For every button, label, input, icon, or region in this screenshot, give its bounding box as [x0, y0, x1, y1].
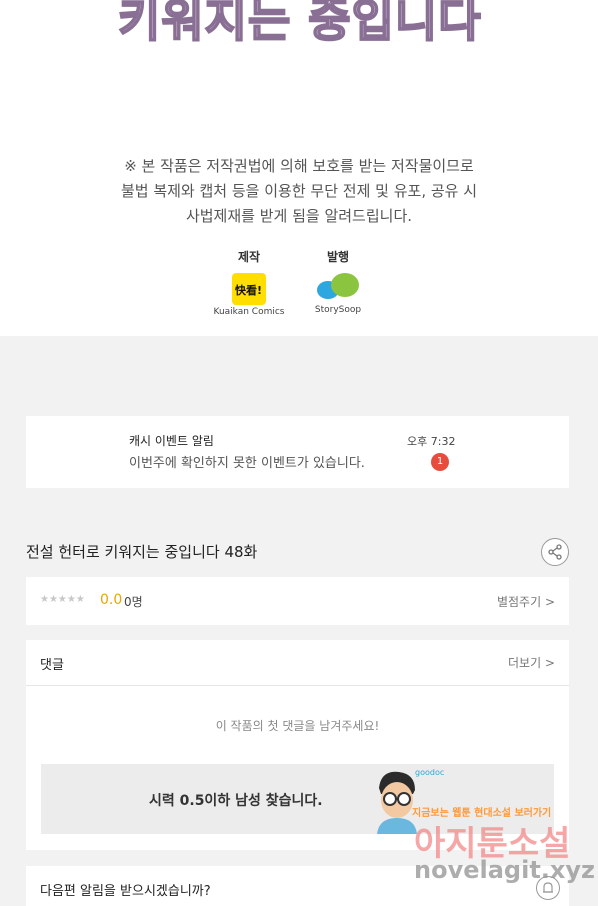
- credit-label: 발행: [326, 250, 350, 264]
- cash-event-message: 이번주에 확인하지 못한 이벤트가 있습니다.: [129, 456, 365, 471]
- notice-line: 불법 복제와 캡처 등을 이용한 무단 전제 및 유포, 공유 시: [120, 182, 478, 200]
- notice-line: 사법제재를 받게 됨을 알려드립니다.: [185, 207, 413, 225]
- star-rating-icon: ★★★★★: [40, 594, 85, 605]
- unread-badge: 1: [431, 453, 449, 471]
- rating-score: 0.0: [100, 592, 123, 608]
- credit-publisher: 발행 StorySoop: [293, 248, 383, 315]
- rating-count: 0명: [124, 595, 143, 609]
- notice-line: ※ 본 작품은 저작권법에 의해 보호를 받는 저작물이므로: [124, 157, 474, 175]
- cash-event-title: 캐시 이벤트 알림: [129, 434, 214, 448]
- credit-label: 제작: [237, 250, 261, 264]
- ad-text: 시력 0.5이하 남성 찾습니다.: [149, 793, 323, 809]
- credit-production: 제작 快看! Kuaikan Comics: [204, 248, 294, 317]
- storysoop-logo: [315, 271, 361, 303]
- share-button[interactable]: [541, 538, 569, 566]
- rating-card: ★★★★★ 0.0 0명 별점주기 >: [26, 577, 569, 625]
- watermark-url: novelagit.xyz: [414, 856, 596, 884]
- credit-name: StorySoop: [314, 305, 362, 315]
- episode-title: 전설 헌터로 키워지는 중입니다 48화: [26, 543, 258, 561]
- cash-event-time: 오후 7:32: [407, 435, 456, 448]
- share-icon: [548, 544, 562, 560]
- credit-name: Kuaikan Comics: [213, 307, 285, 317]
- comments-empty-message: 이 작품의 첫 댓글을 남겨주세요!: [215, 719, 380, 733]
- rate-button[interactable]: 별점주기 >: [497, 593, 555, 610]
- notify-question: 다음편 알림을 받으시겠습니까?: [40, 884, 211, 899]
- kuaikan-logo: 快看!: [232, 273, 266, 305]
- copyright-notice: ※ 본 작품은 저작권법에 의해 보호를 받는 저작물이므로 불법 복제와 캡처…: [0, 154, 598, 229]
- comments-header: 댓글: [40, 658, 64, 673]
- divider: [26, 685, 569, 686]
- banner-title: 키워지는 중입니다: [117, 0, 482, 48]
- comments-more-button[interactable]: 더보기 >: [508, 654, 555, 671]
- cash-event-notice[interactable]: 캐시 이벤트 알림 이번주에 확인하지 못한 이벤트가 있습니다. 오후 7:3…: [26, 416, 569, 488]
- episode-end-banner: 키워지는 중입니다 ※ 본 작품은 저작권법에 의해 보호를 받는 저작물이므로…: [0, 0, 598, 336]
